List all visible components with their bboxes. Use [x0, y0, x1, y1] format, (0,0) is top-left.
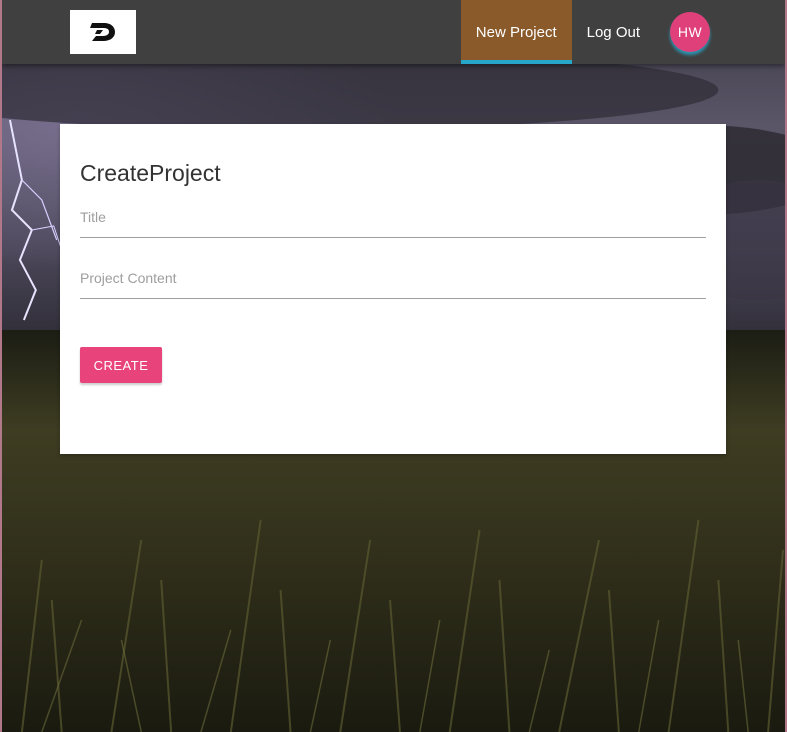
- title-field-wrapper: [80, 209, 706, 238]
- top-navbar: New Project Log Out HW: [2, 0, 785, 64]
- create-button[interactable]: CREATE: [80, 347, 162, 383]
- project-content-input[interactable]: [80, 270, 706, 299]
- nav-new-project[interactable]: New Project: [460, 0, 572, 64]
- brand-logo-link[interactable]: [70, 10, 136, 54]
- content-field-wrapper: [80, 270, 706, 299]
- title-input[interactable]: [80, 209, 706, 238]
- nav-links: New Project Log Out HW: [460, 0, 785, 64]
- user-avatar[interactable]: HW: [670, 12, 710, 52]
- avatar-container: HW: [655, 0, 785, 64]
- form-title: CreateProject: [80, 160, 221, 186]
- create-project-form: CreateProject CREATE: [60, 124, 726, 454]
- app-page: New Project Log Out HW CreateProject CRE…: [0, 0, 787, 732]
- d-logo-icon: [90, 23, 115, 41]
- nav-log-out[interactable]: Log Out: [572, 0, 655, 64]
